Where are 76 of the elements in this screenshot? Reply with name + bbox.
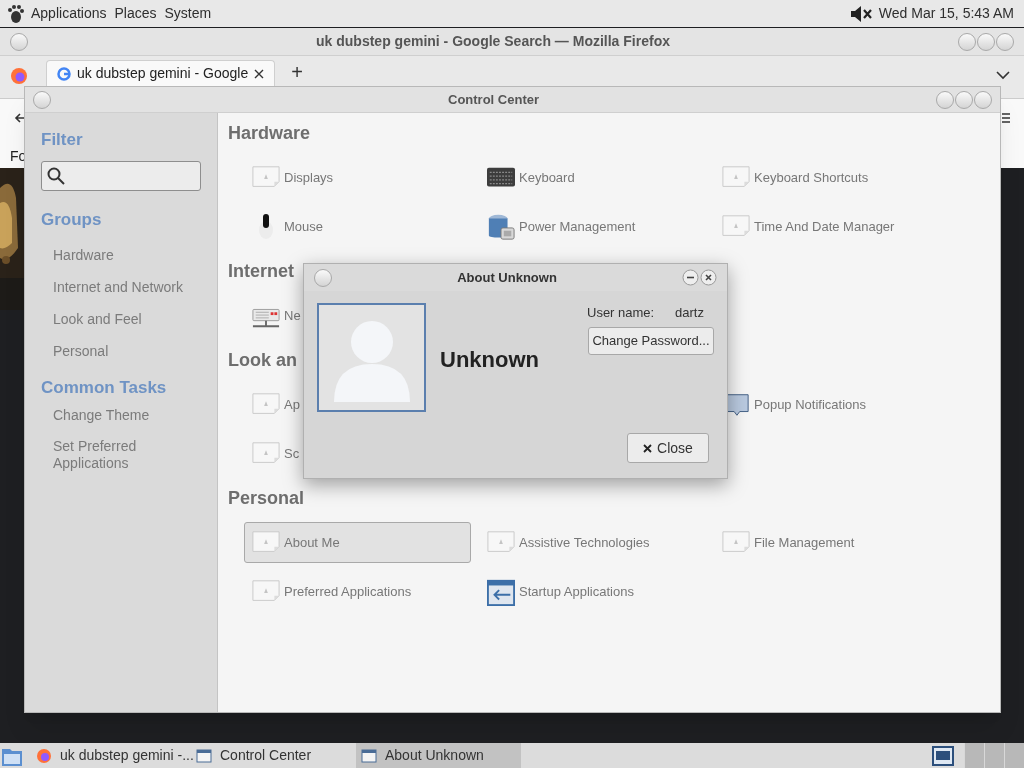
change-password-button[interactable]: Change Password... xyxy=(588,327,714,355)
settings-item[interactable]: Mouse xyxy=(244,206,471,247)
avatar-frame[interactable] xyxy=(317,303,426,412)
mouse-icon xyxy=(258,214,274,239)
settings-item[interactable]: Startup Applications xyxy=(479,571,706,612)
taskbar-button[interactable]: About Unknown xyxy=(356,743,521,768)
minimize-button[interactable] xyxy=(958,32,976,51)
firefox-icon[interactable] xyxy=(10,67,28,85)
maximize-button[interactable] xyxy=(977,32,995,51)
settings-item[interactable]: Time And Date Manager xyxy=(714,206,941,247)
settings-item[interactable]: Assistive Technologies xyxy=(479,522,706,563)
section-heading: Internet xyxy=(228,261,294,281)
menu-item[interactable]: Applications xyxy=(31,3,107,24)
chevron-down-icon[interactable] xyxy=(996,70,1010,80)
sidebar-heading: Common Tasks xyxy=(41,377,168,397)
section-heading: Hardware xyxy=(228,123,311,143)
settings-item[interactable]: Keyboard xyxy=(479,157,706,198)
sidebar-item[interactable]: Hardware xyxy=(41,239,217,271)
foot-icon xyxy=(6,3,24,24)
sidebar-item[interactable]: Change Theme xyxy=(53,407,161,424)
window-icon xyxy=(196,748,212,763)
full-name: Unknown xyxy=(440,346,539,374)
settings-item[interactable]: Power Management xyxy=(479,206,706,247)
window-menu-button[interactable] xyxy=(33,90,51,109)
sidebar-heading: Groups xyxy=(41,209,103,229)
sidebar-item[interactable]: Internet and Network xyxy=(41,271,217,303)
google-icon xyxy=(57,66,71,81)
window-menu-button[interactable] xyxy=(10,32,28,51)
browser-tab[interactable]: uk dubstep gemini - Google xyxy=(46,60,276,86)
menu-item[interactable]: System xyxy=(164,3,212,24)
search-icon xyxy=(47,167,65,185)
menu-item[interactable]: Places xyxy=(114,3,157,24)
settings-item[interactable]: Displays xyxy=(244,157,471,198)
field-label: User name: xyxy=(587,304,655,322)
new-tab-button[interactable]: + xyxy=(291,60,303,84)
close-button[interactable] xyxy=(974,90,992,109)
maximize-button[interactable] xyxy=(955,90,973,109)
close-icon[interactable] xyxy=(700,269,717,286)
battery-icon xyxy=(486,212,516,241)
sidebar-item[interactable]: Look and Feel xyxy=(41,303,217,335)
window-title: Control Center xyxy=(447,90,540,109)
section-heading: Personal xyxy=(228,488,305,508)
settings-item[interactable]: About Me xyxy=(244,522,471,563)
section-heading: Look an xyxy=(228,350,297,370)
taskbar-button[interactable]: uk dubstep gemini -... xyxy=(31,743,191,768)
workspace-cell[interactable] xyxy=(1004,743,1024,768)
window-title: uk dubstep gemini - Google Search — Mozilla Firefox xyxy=(315,32,671,51)
workspace-cell[interactable] xyxy=(964,743,984,768)
window-menu-button[interactable] xyxy=(314,268,332,287)
window-title: About Unknown xyxy=(456,268,558,287)
minimize-icon[interactable] xyxy=(682,269,699,286)
tab-title: uk dubstep gemini - Google xyxy=(77,64,249,83)
settings-item[interactable]: Preferred Applications xyxy=(244,571,471,612)
back-arrow-icon[interactable] xyxy=(14,112,26,124)
firefox-icon xyxy=(36,747,52,764)
workspace-cell[interactable] xyxy=(984,743,1004,768)
close-icon xyxy=(643,443,653,453)
settings-item[interactable]: File Management xyxy=(714,522,941,563)
close-icon[interactable] xyxy=(254,68,265,79)
search-field[interactable] xyxy=(41,161,201,191)
menu-icon[interactable] xyxy=(1002,112,1010,124)
settings-item[interactable]: Ap xyxy=(244,384,471,425)
desktop-icon[interactable] xyxy=(932,744,954,767)
sidebar-item[interactable]: Personal xyxy=(41,335,217,367)
settings-item[interactable]: Sc xyxy=(244,433,471,474)
close-button[interactable]: Close xyxy=(627,433,709,463)
settings-item[interactable]: Ne xyxy=(244,295,471,336)
close-button[interactable] xyxy=(996,32,1014,51)
field-value: dartz xyxy=(675,304,704,322)
window-icon xyxy=(361,748,377,763)
mute-icon[interactable] xyxy=(848,3,873,24)
minimize-button[interactable] xyxy=(936,90,954,109)
sidebar-item[interactable]: Set Preferred Applications xyxy=(53,438,161,472)
clock[interactable]: Wed Mar 15, 5:43 AM xyxy=(878,3,1014,24)
settings-item[interactable]: Keyboard Shortcuts xyxy=(714,157,941,198)
sidebar-heading: Filter xyxy=(41,129,84,149)
